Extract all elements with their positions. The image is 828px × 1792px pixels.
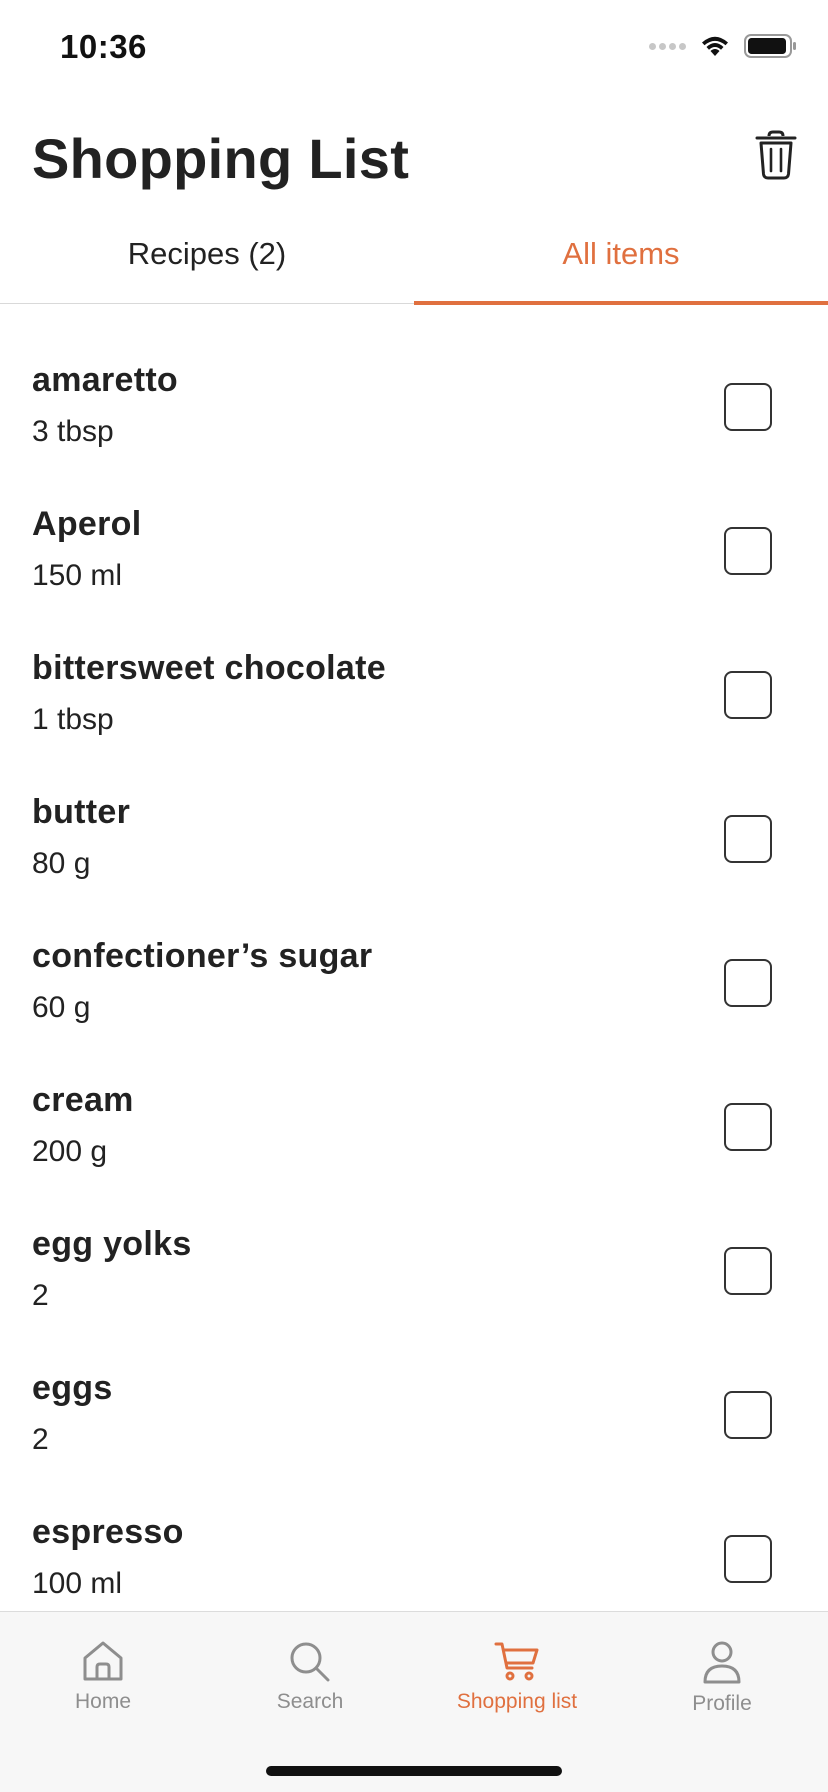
item-name: amaretto <box>32 361 179 399</box>
item-checkbox[interactable] <box>724 527 772 575</box>
item-name: egg yolks <box>32 1225 192 1263</box>
home-indicator <box>266 1766 562 1776</box>
nav-shopping-list[interactable]: Shopping list <box>427 1626 607 1736</box>
item-quantity: 80 g <box>32 847 91 880</box>
item-quantity: 100 ml <box>32 1567 123 1600</box>
nav-profile-label: Profile <box>692 1692 752 1715</box>
bottom-tab-bar: Home Search Shopping list Profile <box>0 1611 828 1792</box>
item-name: eggs <box>32 1369 113 1407</box>
list-item[interactable]: bittersweet chocolate 1 tbsp <box>0 593 828 737</box>
item-checkbox[interactable] <box>724 1247 772 1295</box>
nav-home-label: Home <box>74 1690 132 1713</box>
item-checkbox[interactable] <box>724 671 772 719</box>
item-quantity: 200 g <box>32 1135 108 1168</box>
status-bar: 10:36 <box>0 0 828 100</box>
item-checkbox[interactable] <box>724 815 772 863</box>
wifi-icon <box>702 36 728 56</box>
nav-search-label: Search <box>276 1690 344 1713</box>
item-name: Aperol <box>32 505 142 543</box>
list-item[interactable]: Aperol 150 ml <box>0 449 828 593</box>
item-checkbox[interactable] <box>724 959 772 1007</box>
item-quantity: 3 tbsp <box>32 415 114 448</box>
page-title: Shopping List <box>32 127 410 190</box>
item-name: bittersweet chocolate <box>32 649 386 687</box>
nav-profile[interactable]: Profile <box>632 1626 812 1736</box>
item-quantity: 2 <box>32 1423 49 1456</box>
item-name: cream <box>32 1081 134 1119</box>
list-item[interactable]: cream 200 g <box>0 1025 828 1169</box>
nav-search[interactable]: Search <box>220 1626 400 1736</box>
shopping-items-list[interactable]: amaretto 3 tbsp Aperol 150 ml bitterswee… <box>0 305 828 1612</box>
tab-recipes[interactable]: Recipes (2) <box>0 218 414 304</box>
item-name: espresso <box>32 1513 184 1551</box>
tab-all-items[interactable]: All items <box>414 218 828 305</box>
nav-shopping-list-label: Shopping list <box>456 1690 578 1713</box>
cart-icon <box>494 1642 539 1681</box>
home-icon <box>83 1641 123 1681</box>
list-item[interactable]: confectioner’s sugar 60 g <box>0 881 828 1025</box>
item-checkbox[interactable] <box>724 1535 772 1583</box>
item-checkbox[interactable] <box>724 383 772 431</box>
status-time: 10:36 <box>60 28 147 65</box>
list-item[interactable]: eggs 2 <box>0 1313 828 1457</box>
item-quantity: 150 ml <box>32 559 123 592</box>
item-name: confectioner’s sugar <box>32 937 373 975</box>
item-name: butter <box>32 793 131 831</box>
list-item[interactable]: espresso 100 ml <box>0 1457 828 1601</box>
nav-home[interactable]: Home <box>13 1626 193 1736</box>
profile-icon <box>703 1641 741 1684</box>
trash-icon <box>755 130 797 180</box>
item-checkbox[interactable] <box>724 1103 772 1151</box>
list-item[interactable]: butter 80 g <box>0 737 828 881</box>
list-item[interactable]: egg yolks 2 <box>0 1169 828 1313</box>
segmented-tabs: Recipes (2) All items <box>0 218 828 305</box>
item-checkbox[interactable] <box>724 1391 772 1439</box>
cellular-signal-icon <box>649 42 686 50</box>
item-quantity: 60 g <box>32 991 91 1024</box>
clear-list-button[interactable] <box>754 130 798 180</box>
item-quantity: 2 <box>32 1279 49 1312</box>
item-quantity: 1 tbsp <box>32 703 114 736</box>
header: Shopping List <box>0 110 828 210</box>
list-item[interactable]: amaretto 3 tbsp <box>0 305 828 449</box>
battery-icon <box>744 34 796 58</box>
status-icons <box>649 34 798 58</box>
search-icon <box>290 1642 330 1682</box>
